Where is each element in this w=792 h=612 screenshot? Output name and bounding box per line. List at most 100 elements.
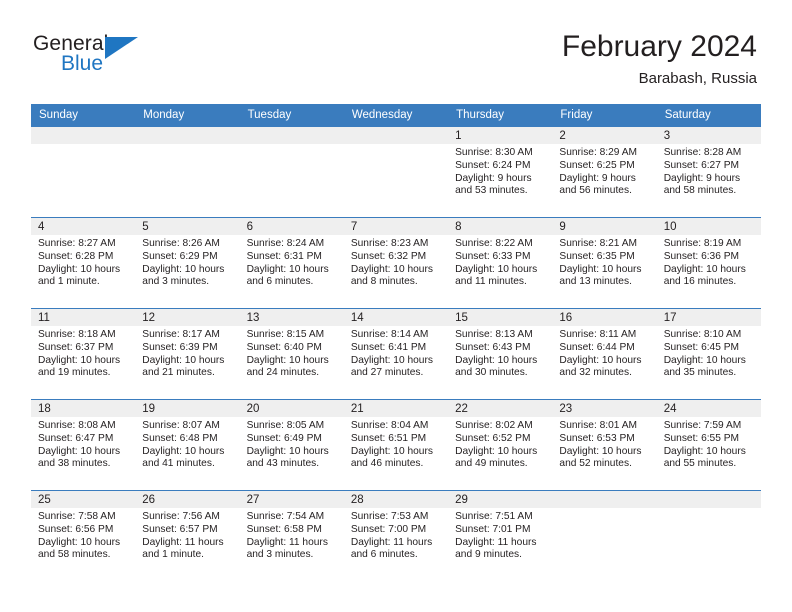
sunset-text: Sunset: 6:37 PM <box>38 341 114 353</box>
calendar-day-cell[interactable]: 27 Sunrise: 7:54 AM Sunset: 6:58 PM Dayligh… <box>239 490 344 581</box>
calendar-body: 1 Sunrise: 8:30 AM Sunset: 6:24 PM Daylight… <box>31 126 761 581</box>
calendar-day-cell[interactable]: 18 Sunrise: 8:08 AM Sunset: 6:47 PM Dayligh… <box>31 399 136 491</box>
day-cell-inner: 18 Sunrise: 8:08 AM Sunset: 6:47 PM Dayligh… <box>31 400 136 490</box>
calendar-day-cell[interactable]: 5 Sunrise: 8:26 AM Sunset: 6:29 PM Daylight… <box>135 217 240 309</box>
day-cell-inner: 28 Sunrise: 7:53 AM Sunset: 7:00 PM Dayligh… <box>343 491 449 581</box>
calendar-day-cell[interactable]: 10 Sunrise: 8:19 AM Sunset: 6:36 PM Dayligh… <box>656 217 761 309</box>
calendar-day-cell[interactable]: 16 Sunrise: 8:11 AM Sunset: 6:44 PM Dayligh… <box>552 308 657 400</box>
page-title: February 2024 <box>561 30 757 63</box>
calendar-day-cell[interactable]: 6 Sunrise: 8:24 AM Sunset: 6:31 PM Daylight… <box>239 217 344 309</box>
sunset-text: Sunset: 6:47 PM <box>38 432 114 444</box>
sunrise-text: Sunrise: 8:08 AM <box>38 420 116 431</box>
day-details: Sunrise: 8:27 AM Sunset: 6:28 PM Daylight:… <box>31 235 135 289</box>
day-cell-inner <box>31 127 136 217</box>
calendar-grid-wrapper: Sunday Monday Tuesday Wednesday Thursday… <box>31 104 761 581</box>
day-cell-inner: 16 Sunrise: 8:11 AM Sunset: 6:44 PM Dayligh… <box>552 309 657 399</box>
sunset-text: Sunset: 6:56 PM <box>38 523 114 535</box>
calendar-week-row: 11 Sunrise: 8:18 AM Sunset: 6:37 PM Dayligh… <box>31 308 761 400</box>
day-cell-inner: 21 Sunrise: 8:04 AM Sunset: 6:51 PM Dayligh… <box>343 400 449 490</box>
calendar-day-cell[interactable]: 2 Sunrise: 8:29 AM Sunset: 6:25 PM Daylight… <box>552 126 657 218</box>
day-number: 21 <box>343 400 449 417</box>
day-cell-inner: 25 Sunrise: 7:58 AM Sunset: 6:56 PM Dayligh… <box>31 491 136 581</box>
day-cell-inner: 27 Sunrise: 7:54 AM Sunset: 6:58 PM Dayligh… <box>239 491 344 581</box>
calendar-day-cell[interactable]: 13 Sunrise: 8:15 AM Sunset: 6:40 PM Dayligh… <box>239 308 344 400</box>
daylight-text: Daylight: 11 hours and 3 minutes. <box>246 536 328 561</box>
daylight-text: Daylight: 10 hours and 43 minutes. <box>246 445 329 470</box>
day-number: 17 <box>656 309 761 326</box>
day-details: Sunrise: 8:04 AM Sunset: 6:51 PM Daylight:… <box>344 417 448 471</box>
day-number: 23 <box>552 400 657 417</box>
general-blue-logo[interactable]: General Blue <box>33 33 233 89</box>
title-block: February 2024 Barabash, Russia <box>562 30 757 89</box>
sunrise-text: Sunrise: 7:56 AM <box>142 511 220 522</box>
calendar-week-row: 18 Sunrise: 8:08 AM Sunset: 6:47 PM Dayligh… <box>31 399 761 491</box>
day-number <box>552 491 657 508</box>
sunset-text: Sunset: 6:33 PM <box>455 250 531 262</box>
calendar-day-cell[interactable]: 22 Sunrise: 8:02 AM Sunset: 6:52 PM Dayligh… <box>448 399 553 491</box>
daylight-text: Daylight: 9 hours and 58 minutes. <box>663 172 741 197</box>
sunset-text: Sunset: 6:55 PM <box>663 432 740 444</box>
day-cell-inner: 2 Sunrise: 8:29 AM Sunset: 6:25 PM Daylight… <box>552 127 657 217</box>
calendar-day-cell[interactable]: 1 Sunrise: 8:30 AM Sunset: 6:24 PM Daylight… <box>448 126 553 218</box>
daylight-text: Daylight: 10 hours and 11 minutes. <box>455 263 538 288</box>
daylight-text: Daylight: 11 hours and 9 minutes. <box>455 536 537 561</box>
calendar-day-cell[interactable]: 15 Sunrise: 8:13 AM Sunset: 6:43 PM Dayligh… <box>448 308 553 400</box>
day-details: Sunrise: 8:10 AM Sunset: 6:45 PM Daylight:… <box>657 326 761 380</box>
calendar-empty-cell <box>239 126 344 218</box>
calendar-week-row: 25 Sunrise: 7:58 AM Sunset: 6:56 PM Dayligh… <box>31 490 761 581</box>
sunrise-text: Sunrise: 8:14 AM <box>350 329 429 340</box>
calendar-day-cell[interactable]: 14 Sunrise: 8:14 AM Sunset: 6:41 PM Dayligh… <box>343 308 449 400</box>
calendar-day-cell[interactable]: 7 Sunrise: 8:23 AM Sunset: 6:32 PM Daylight… <box>343 217 449 309</box>
calendar-day-cell[interactable]: 17 Sunrise: 8:10 AM Sunset: 6:45 PM Dayligh… <box>656 308 761 400</box>
sunrise-text: Sunrise: 8:27 AM <box>38 238 116 249</box>
daylight-text: Daylight: 10 hours and 16 minutes. <box>663 263 746 288</box>
day-cell-inner <box>135 127 240 217</box>
day-number: 26 <box>135 491 240 508</box>
daylight-text: Daylight: 10 hours and 1 minute. <box>38 263 121 288</box>
calendar-day-cell[interactable]: 29 Sunrise: 7:51 AM Sunset: 7:01 PM Dayligh… <box>448 490 553 581</box>
calendar-day-cell[interactable]: 19 Sunrise: 8:07 AM Sunset: 6:48 PM Dayligh… <box>135 399 240 491</box>
calendar-day-cell[interactable]: 21 Sunrise: 8:04 AM Sunset: 6:51 PM Dayligh… <box>343 399 449 491</box>
day-number: 25 <box>31 491 136 508</box>
calendar-day-cell[interactable]: 20 Sunrise: 8:05 AM Sunset: 6:49 PM Dayligh… <box>239 399 344 491</box>
calendar-day-cell[interactable]: 23 Sunrise: 8:01 AM Sunset: 6:53 PM Dayligh… <box>552 399 657 491</box>
day-details: Sunrise: 8:22 AM Sunset: 6:33 PM Daylight:… <box>448 235 552 289</box>
sunrise-text: Sunrise: 7:59 AM <box>663 420 742 431</box>
daylight-text: Daylight: 10 hours and 52 minutes. <box>559 445 642 470</box>
sunrise-text: Sunrise: 8:15 AM <box>246 329 325 340</box>
sunrise-text: Sunrise: 8:01 AM <box>559 420 637 431</box>
calendar-day-cell[interactable]: 28 Sunrise: 7:53 AM Sunset: 7:00 PM Dayligh… <box>343 490 449 581</box>
day-number: 15 <box>448 309 553 326</box>
calendar-empty-cell <box>552 490 657 581</box>
day-cell-inner: 10 Sunrise: 8:19 AM Sunset: 6:36 PM Dayligh… <box>656 218 761 308</box>
daylight-text: Daylight: 10 hours and 21 minutes. <box>142 354 225 379</box>
daylight-text: Daylight: 10 hours and 55 minutes. <box>663 445 746 470</box>
day-number: 11 <box>31 309 136 326</box>
day-cell-inner <box>552 491 657 581</box>
brand-triangle-icon <box>105 37 138 59</box>
sunset-text: Sunset: 6:44 PM <box>559 341 635 353</box>
calendar-day-cell[interactable]: 9 Sunrise: 8:21 AM Sunset: 6:35 PM Daylight… <box>552 217 657 309</box>
calendar-day-cell[interactable]: 8 Sunrise: 8:22 AM Sunset: 6:33 PM Daylight… <box>448 217 553 309</box>
calendar-day-cell[interactable]: 4 Sunrise: 8:27 AM Sunset: 6:28 PM Daylight… <box>31 217 136 309</box>
day-number: 27 <box>239 491 344 508</box>
calendar-page: General Blue February 2024 Barabash, Rus… <box>0 0 792 612</box>
calendar-day-cell[interactable]: 11 Sunrise: 8:18 AM Sunset: 6:37 PM Dayligh… <box>31 308 136 400</box>
calendar-day-cell[interactable]: 24 Sunrise: 7:59 AM Sunset: 6:55 PM Dayligh… <box>656 399 761 491</box>
day-details: Sunrise: 8:29 AM Sunset: 6:25 PM Daylight:… <box>552 144 656 198</box>
day-cell-inner: 19 Sunrise: 8:07 AM Sunset: 6:48 PM Dayligh… <box>135 400 240 490</box>
sunrise-text: Sunrise: 8:05 AM <box>246 420 325 431</box>
daylight-text: Daylight: 10 hours and 8 minutes. <box>350 263 433 288</box>
day-number: 29 <box>448 491 553 508</box>
calendar-day-cell[interactable]: 26 Sunrise: 7:56 AM Sunset: 6:57 PM Dayligh… <box>135 490 240 581</box>
calendar-day-cell[interactable]: 12 Sunrise: 8:17 AM Sunset: 6:39 PM Dayligh… <box>135 308 240 400</box>
day-number <box>31 127 136 144</box>
sunrise-text: Sunrise: 7:54 AM <box>246 511 325 522</box>
day-cell-inner: 6 Sunrise: 8:24 AM Sunset: 6:31 PM Daylight… <box>239 218 344 308</box>
day-details: Sunrise: 8:21 AM Sunset: 6:35 PM Daylight:… <box>552 235 656 289</box>
calendar-day-cell[interactable]: 25 Sunrise: 7:58 AM Sunset: 6:56 PM Dayligh… <box>31 490 136 581</box>
sunset-text: Sunset: 6:24 PM <box>455 159 531 171</box>
sunrise-text: Sunrise: 7:53 AM <box>350 511 429 522</box>
calendar-day-cell[interactable]: 3 Sunrise: 8:28 AM Sunset: 6:27 PM Daylight… <box>656 126 761 218</box>
day-details: Sunrise: 8:13 AM Sunset: 6:43 PM Daylight:… <box>448 326 552 380</box>
